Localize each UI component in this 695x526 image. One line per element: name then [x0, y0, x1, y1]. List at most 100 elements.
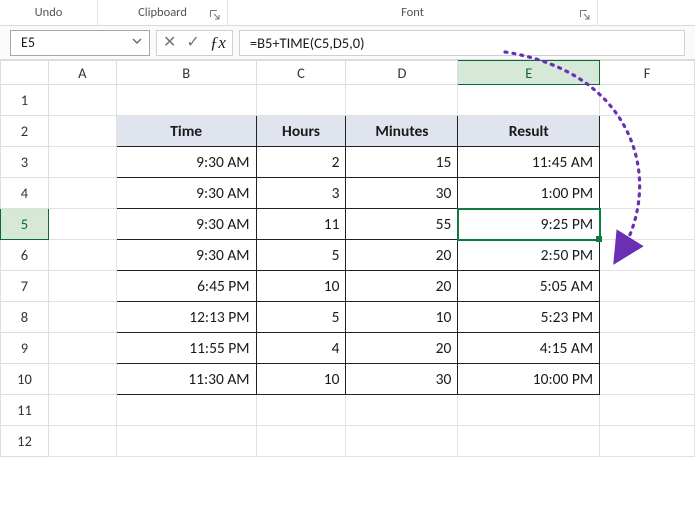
ribbon-group-undo[interactable]: Undo [0, 0, 98, 25]
cell-time[interactable]: 9:30 AM [116, 147, 256, 178]
cell-hours[interactable]: 10 [256, 364, 346, 395]
cell[interactable] [346, 85, 458, 116]
formula-input[interactable]: =B5+TIME(C5,D5,0) [239, 30, 685, 56]
header-time[interactable]: Time [116, 116, 256, 147]
cell-minutes[interactable]: 30 [346, 364, 458, 395]
row-header[interactable]: 9 [1, 333, 49, 364]
cell-hours[interactable]: 4 [256, 333, 346, 364]
col-header[interactable]: B [116, 61, 256, 85]
col-header[interactable]: D [346, 61, 458, 85]
cells-table[interactable]: A B C D E F 1 2 Time Hours Minutes Resul… [0, 60, 695, 457]
cell-result[interactable]: 10:00 PM [458, 364, 600, 395]
cell[interactable] [116, 395, 256, 426]
fx-icon[interactable]: ƒx [210, 34, 226, 51]
cell[interactable] [48, 364, 116, 395]
cell-hours[interactable]: 10 [256, 271, 346, 302]
cell[interactable] [48, 395, 116, 426]
row-header[interactable]: 4 [1, 178, 49, 209]
cell[interactable] [346, 426, 458, 457]
row-header[interactable]: 8 [1, 302, 49, 333]
row-header[interactable]: 7 [1, 271, 49, 302]
row-header[interactable]: 5 [1, 209, 49, 240]
cell[interactable] [256, 426, 346, 457]
cell[interactable] [600, 240, 695, 271]
cell[interactable] [600, 395, 695, 426]
cell[interactable] [458, 426, 600, 457]
cell[interactable] [600, 364, 695, 395]
cell-hours[interactable]: 5 [256, 240, 346, 271]
row-header[interactable]: 11 [1, 395, 49, 426]
row-header[interactable]: 2 [1, 116, 49, 147]
cell[interactable] [48, 178, 116, 209]
col-header[interactable]: C [256, 61, 346, 85]
row-header[interactable]: 12 [1, 426, 49, 457]
cell-result[interactable]: 2:50 PM [458, 240, 600, 271]
cell[interactable] [346, 395, 458, 426]
ribbon-group-clipboard[interactable]: Clipboard [98, 0, 228, 25]
cell[interactable] [600, 85, 695, 116]
cell-time[interactable]: 9:30 AM [116, 178, 256, 209]
cell[interactable] [458, 85, 600, 116]
cell[interactable] [256, 85, 346, 116]
cell-hours[interactable]: 5 [256, 302, 346, 333]
cell[interactable] [48, 333, 116, 364]
cell-time[interactable]: 6:45 PM [116, 271, 256, 302]
cell-minutes[interactable]: 10 [346, 302, 458, 333]
cell[interactable] [256, 395, 346, 426]
cell[interactable] [600, 426, 695, 457]
cell[interactable] [48, 240, 116, 271]
row-header[interactable]: 6 [1, 240, 49, 271]
dialog-launcher-icon[interactable] [579, 9, 591, 21]
cell-result[interactable]: 1:00 PM [458, 178, 600, 209]
cell[interactable] [116, 426, 256, 457]
cell[interactable] [600, 147, 695, 178]
cell-time[interactable]: 11:30 AM [116, 364, 256, 395]
cell-time[interactable]: 9:30 AM [116, 240, 256, 271]
enter-icon[interactable]: ✓ [186, 35, 199, 51]
dialog-launcher-icon[interactable] [209, 9, 221, 21]
cell[interactable] [458, 395, 600, 426]
ribbon-group-font[interactable]: Font [228, 0, 598, 25]
col-header[interactable]: E [458, 61, 600, 85]
cancel-icon[interactable]: ✕ [163, 35, 176, 51]
cell[interactable] [48, 147, 116, 178]
header-minutes[interactable]: Minutes [346, 116, 458, 147]
col-header[interactable]: A [48, 61, 116, 85]
header-hours[interactable]: Hours [256, 116, 346, 147]
cell-minutes[interactable]: 15 [346, 147, 458, 178]
cell-time[interactable]: 9:30 AM [116, 209, 256, 240]
cell-result-selected[interactable]: 9:25 PM [458, 209, 600, 240]
cell[interactable] [48, 271, 116, 302]
cell[interactable] [600, 271, 695, 302]
cell-hours[interactable]: 11 [256, 209, 346, 240]
cell[interactable] [600, 116, 695, 147]
cell-result[interactable]: 4:15 AM [458, 333, 600, 364]
select-all-corner[interactable] [1, 61, 49, 85]
cell-minutes[interactable]: 30 [346, 178, 458, 209]
cell-minutes[interactable]: 20 [346, 271, 458, 302]
row-header[interactable]: 1 [1, 85, 49, 116]
name-box[interactable]: E5 [10, 30, 150, 56]
cell[interactable] [600, 209, 695, 240]
cell-hours[interactable]: 2 [256, 147, 346, 178]
cell[interactable] [48, 116, 116, 147]
cell-hours[interactable]: 3 [256, 178, 346, 209]
cell-minutes[interactable]: 55 [346, 209, 458, 240]
cell[interactable] [48, 209, 116, 240]
cell[interactable] [600, 333, 695, 364]
cell-result[interactable]: 5:23 PM [458, 302, 600, 333]
cell-minutes[interactable]: 20 [346, 240, 458, 271]
header-result[interactable]: Result [458, 116, 600, 147]
cell[interactable] [600, 302, 695, 333]
cell-result[interactable]: 11:45 AM [458, 147, 600, 178]
row-header[interactable]: 3 [1, 147, 49, 178]
cell[interactable] [48, 85, 116, 116]
cell-result[interactable]: 5:05 AM [458, 271, 600, 302]
cell[interactable] [48, 302, 116, 333]
row-header[interactable]: 10 [1, 364, 49, 395]
chevron-down-icon[interactable] [131, 34, 143, 51]
cell-time[interactable]: 12:13 PM [116, 302, 256, 333]
cell[interactable] [600, 178, 695, 209]
cell-minutes[interactable]: 20 [346, 333, 458, 364]
cell[interactable] [116, 85, 256, 116]
